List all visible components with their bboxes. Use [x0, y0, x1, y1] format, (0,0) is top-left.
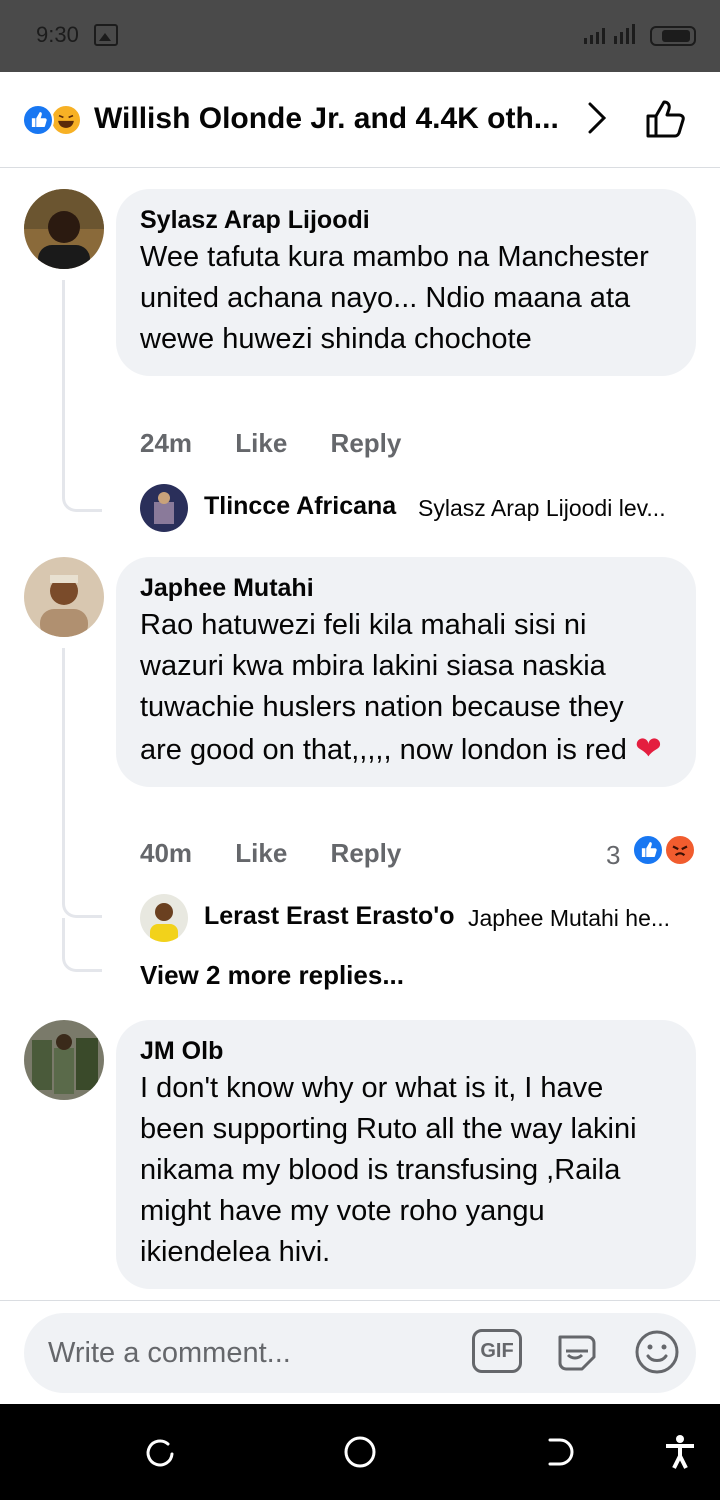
reply-author[interactable]: Lerast Erast Erasto'o [204, 902, 455, 931]
reply-author[interactable]: Tlincce Africana [204, 492, 396, 521]
heart-emoji: ❤ [634, 730, 662, 766]
reply-preview[interactable]: Tlincce Africana Sylasz Arap Lijoodi lev… [140, 484, 700, 532]
status-bar: 9:30 [0, 0, 720, 72]
comment-bubble[interactable]: JM Olb I don't know why or what is it, I… [116, 1020, 696, 1289]
system-navigation-bar [0, 1404, 720, 1500]
comment-author[interactable]: JM Olb [140, 1034, 672, 1068]
reply-snippet: Sylasz Arap Lijoodi lev... [418, 495, 666, 521]
recent-apps-icon[interactable] [142, 1434, 178, 1470]
avatar[interactable] [24, 1020, 104, 1100]
like-reaction-icon[interactable] [632, 834, 664, 866]
back-icon[interactable] [542, 1434, 578, 1470]
reactions-header[interactable]: Willish Olonde Jr. and 4.4K oth... [0, 72, 720, 168]
like-link[interactable]: Like [235, 428, 287, 458]
like-reaction-icon [22, 104, 54, 136]
reply-link[interactable]: Reply [331, 838, 402, 868]
comment-text: I don't know why or what is it, I have b… [140, 1072, 637, 1268]
thread-connector [62, 918, 102, 972]
comment-meta: 40m Like Reply [140, 838, 437, 869]
comment-author[interactable]: Japhee Mutahi [140, 571, 672, 605]
avatar[interactable] [24, 557, 104, 637]
reply-avatar[interactable] [140, 484, 188, 532]
accessibility-icon[interactable] [662, 1434, 698, 1470]
chevron-right-icon[interactable] [578, 100, 614, 136]
comment-text: Wee tafuta kura mambo na Manchester unit… [140, 241, 649, 355]
battery-icon [650, 26, 696, 46]
comment-time[interactable]: 40m [140, 838, 192, 868]
reply-snippet: Japhee Mutahi he... [468, 905, 671, 931]
avatar[interactable] [24, 189, 104, 269]
reaction-count[interactable]: 3 [606, 840, 620, 871]
comment-text-body: Rao hatuwezi feli kila mahali sisi ni wa… [140, 609, 627, 766]
like-link[interactable]: Like [235, 838, 287, 868]
comment-time[interactable]: 24m [140, 428, 192, 458]
thread-connector [62, 648, 102, 918]
home-icon[interactable] [342, 1434, 378, 1470]
gallery-icon [94, 24, 118, 46]
comment-bubble[interactable]: Japhee Mutahi Rao hatuwezi feli kila mah… [116, 557, 696, 787]
reply-avatar[interactable] [140, 894, 188, 942]
sticker-icon[interactable] [554, 1329, 600, 1375]
comment-bubble[interactable]: Sylasz Arap Lijoodi Wee tafuta kura mamb… [116, 189, 696, 376]
haha-reaction-icon [50, 104, 82, 136]
comments-sheet: Willish Olonde Jr. and 4.4K oth... Sylas… [0, 72, 720, 1404]
comment-meta: 24m Like Reply [140, 428, 437, 459]
like-button-icon[interactable] [644, 98, 690, 140]
comment-input-placeholder: Write a comment... [48, 1337, 291, 1369]
status-time: 9:30 [36, 22, 79, 47]
angry-reaction-icon[interactable] [664, 834, 696, 866]
reply-preview[interactable]: Lerast Erast Erasto'o Japhee Mutahi he..… [140, 894, 700, 942]
view-more-replies-link[interactable]: View 2 more replies... [140, 960, 404, 991]
reply-link[interactable]: Reply [331, 428, 402, 458]
thread-connector [62, 280, 102, 512]
emoji-icon[interactable] [634, 1329, 680, 1375]
gif-icon[interactable]: GIF [472, 1329, 522, 1373]
comment-author[interactable]: Sylasz Arap Lijoodi [140, 203, 672, 237]
compose-bar: Write a comment... GIF [0, 1300, 720, 1404]
reactions-summary-title[interactable]: Willish Olonde Jr. and 4.4K oth... [94, 102, 559, 136]
comment-text: Rao hatuwezi feli kila mahali sisi ni wa… [140, 605, 672, 771]
signal-icon [584, 24, 635, 44]
comment-input[interactable]: Write a comment... GIF [24, 1313, 696, 1393]
